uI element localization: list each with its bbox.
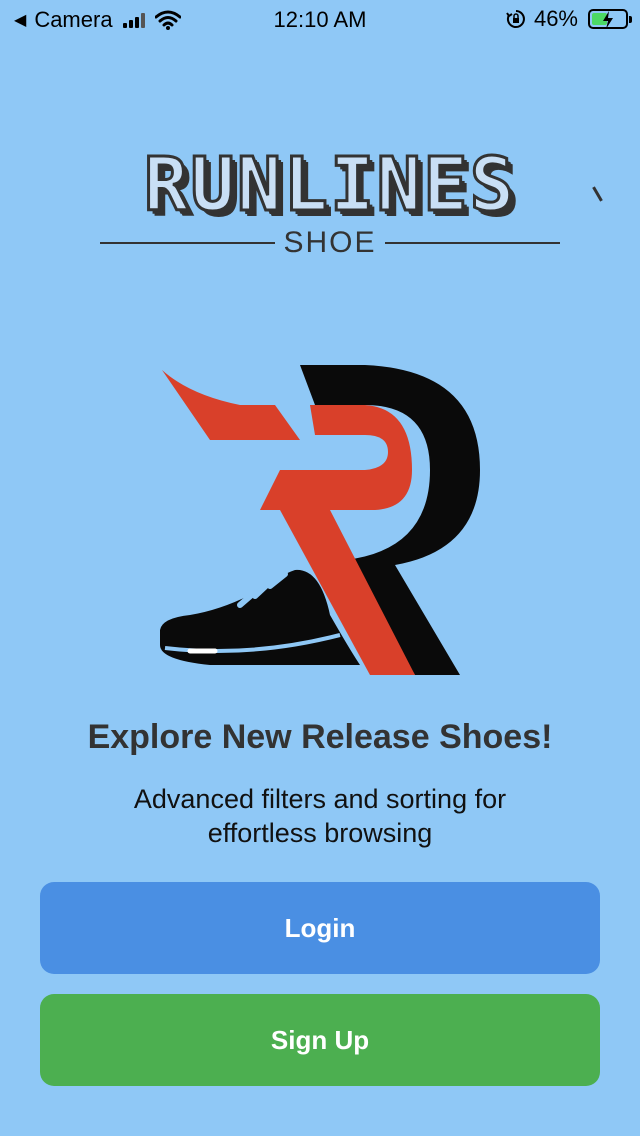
- battery-cap: [629, 16, 632, 23]
- brand-subtitle-row: SHOE: [100, 226, 560, 260]
- signup-button-label: Sign Up: [270, 1024, 370, 1055]
- signup-button[interactable]: Sign Up: [40, 994, 600, 1086]
- runlines-r-shoe-logo: [160, 365, 480, 675]
- status-right: 46%: [506, 6, 632, 32]
- login-button[interactable]: Login: [40, 882, 600, 974]
- brand-title: RUNLINES: [142, 141, 517, 230]
- login-button-label: Login: [284, 912, 356, 943]
- status-bar: ◀ Camera 12:10 AM 46%: [0, 0, 640, 40]
- charging-bolt-icon: [603, 11, 613, 29]
- brand-logo: RUNLINES SHOE: [80, 140, 580, 270]
- page-headline: Explore New Release Shoes!: [87, 718, 553, 756]
- battery-icon: [588, 9, 632, 29]
- brand-divider-right: [385, 242, 560, 244]
- orientation-lock-icon: [506, 10, 525, 28]
- decorative-mark: [592, 186, 603, 202]
- logo-red-flame: [162, 370, 300, 440]
- battery-percent: 46%: [533, 6, 578, 31]
- page-subtext: Advanced filters and sorting for effortl…: [133, 784, 507, 848]
